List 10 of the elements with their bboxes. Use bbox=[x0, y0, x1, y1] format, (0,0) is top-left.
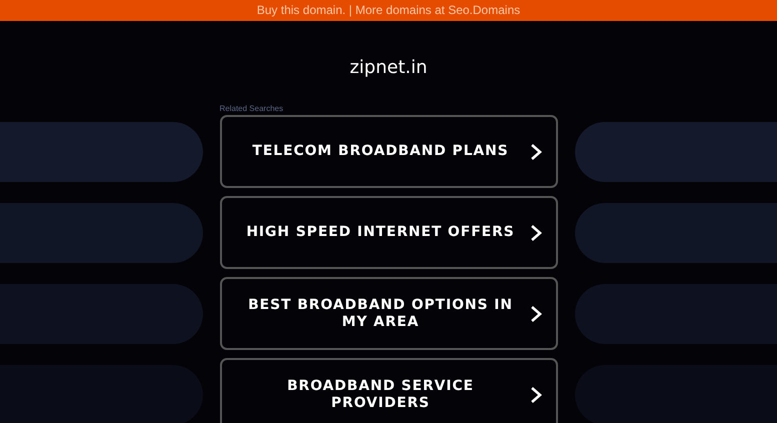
chevron-right-icon bbox=[530, 304, 542, 322]
chevron-right-icon bbox=[530, 142, 542, 160]
related-search-link[interactable]: TELECOM BROADBAND PLANS bbox=[220, 115, 558, 188]
site-title: zipnet.in bbox=[348, 56, 428, 80]
chevron-right-icon bbox=[530, 386, 542, 404]
chevron-right-icon bbox=[530, 224, 542, 242]
related-search-link[interactable]: BEST BROADBAND OPTIONS IN MY AREA bbox=[220, 277, 558, 350]
related-search-link[interactable]: BROADBAND SERVICE PROVIDERS bbox=[220, 358, 558, 423]
related-searches-label: Related Searches bbox=[220, 104, 284, 113]
related-search-link[interactable]: HIGH SPEED INTERNET OFFERS bbox=[220, 196, 558, 269]
